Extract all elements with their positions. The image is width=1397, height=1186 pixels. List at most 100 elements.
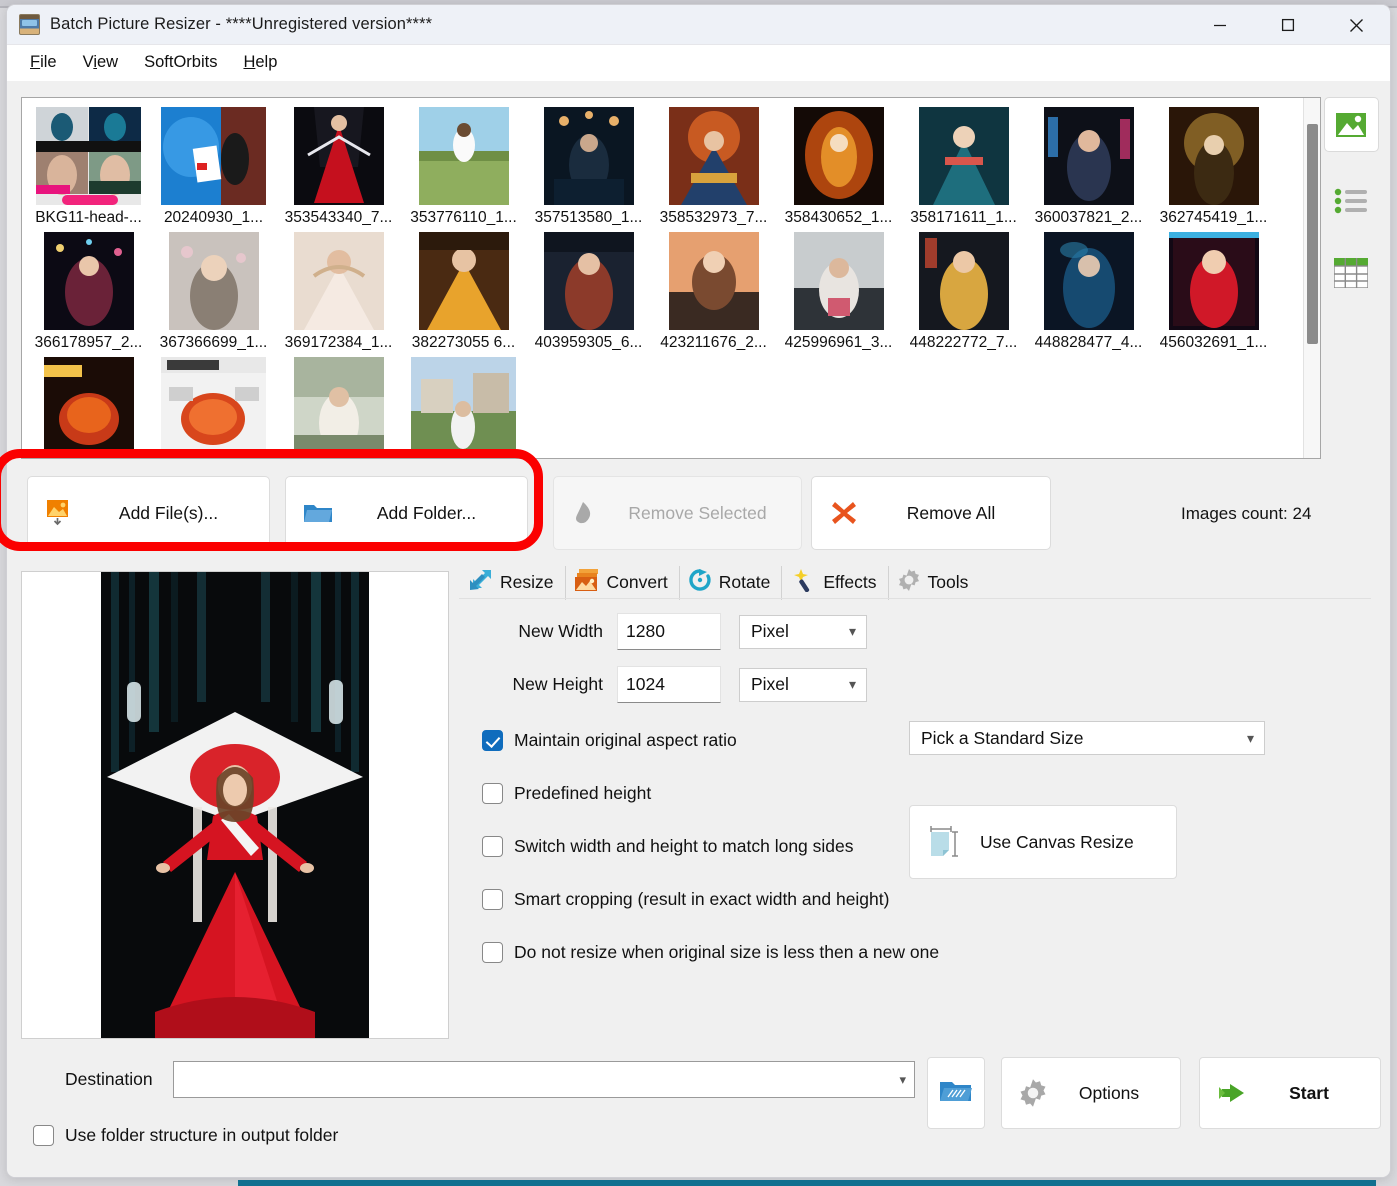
- checkbox-maintain-aspect-ratio[interactable]: Maintain original aspect ratio: [482, 730, 737, 751]
- thumbnail-image[interactable]: [161, 357, 266, 455]
- checkbox-box[interactable]: [482, 836, 503, 857]
- start-label: Start: [1264, 1083, 1380, 1104]
- thumbnail-label: 425996961_3...: [785, 334, 893, 352]
- menu-help[interactable]: Help: [230, 49, 290, 76]
- thumbnail-image[interactable]: [44, 357, 134, 455]
- menu-file[interactable]: File: [17, 49, 70, 76]
- checkbox-use-folder-structure[interactable]: Use folder structure in output folder: [33, 1125, 338, 1146]
- thumbnail-image[interactable]: [411, 357, 516, 455]
- app-window: Batch Picture Resizer - ****Unregistered…: [6, 4, 1391, 1178]
- thumbnail-image[interactable]: [294, 357, 384, 455]
- thumbnail-image[interactable]: [294, 232, 384, 330]
- standard-size-select[interactable]: Pick a Standard Size ▾: [909, 721, 1265, 755]
- close-icon[interactable]: [1322, 5, 1390, 45]
- details-view-icon[interactable]: [1324, 250, 1379, 296]
- canvas-resize-icon: [910, 824, 980, 860]
- thumbnail-item[interactable]: 425996961_3...: [776, 232, 901, 352]
- thumbnail-item[interactable]: 367366699_1...: [151, 232, 276, 352]
- menu-softorbits[interactable]: SoftOrbits: [131, 49, 230, 76]
- checkbox-smart-cropping[interactable]: Smart cropping (result in exact width an…: [482, 889, 889, 910]
- thumbnail-item[interactable]: 403959305_6...: [526, 232, 651, 352]
- checkbox-label: Do not resize when original size is less…: [514, 942, 939, 963]
- thumbnail-item[interactable]: 353543340_7...: [276, 107, 401, 227]
- add-folder-button[interactable]: Add Folder...: [285, 476, 528, 550]
- checkbox-box[interactable]: [482, 889, 503, 910]
- thumbnail-image[interactable]: [169, 232, 259, 330]
- thumbnail-item[interactable]: 366178957_2...: [26, 232, 151, 352]
- tab-resize[interactable]: Resize: [459, 566, 566, 600]
- thumbnail-scrollbar[interactable]: [1303, 98, 1320, 458]
- thumbnail-item[interactable]: [401, 357, 526, 459]
- thumbnail-item[interactable]: [151, 357, 276, 459]
- thumbnail-item[interactable]: 358171611_1...: [901, 107, 1026, 227]
- scrollbar-thumb[interactable]: [1307, 124, 1318, 344]
- tab-convert-label: Convert: [607, 572, 668, 593]
- destination-select[interactable]: ▾: [173, 1061, 915, 1098]
- thumbnail-image[interactable]: [794, 107, 884, 205]
- menu-bar: File View SoftOrbits Help: [7, 45, 1390, 81]
- thumbnail-image[interactable]: [36, 107, 141, 205]
- thumbnail-image[interactable]: [544, 107, 634, 205]
- menu-view[interactable]: View: [70, 49, 131, 76]
- thumbnail-item[interactable]: 423211676_2...: [651, 232, 776, 352]
- start-button[interactable]: Start: [1199, 1057, 1381, 1129]
- add-files-button[interactable]: Add File(s)...: [27, 476, 270, 550]
- thumbnail-image[interactable]: [294, 107, 384, 205]
- new-width-unit-select[interactable]: Pixel ▾: [739, 615, 867, 649]
- tab-rotate[interactable]: Rotate: [680, 566, 783, 600]
- thumbnail-image[interactable]: [419, 107, 509, 205]
- checkbox-box[interactable]: [482, 783, 503, 804]
- thumbnail-image[interactable]: [44, 232, 134, 330]
- thumbnail-item[interactable]: 369172384_1...: [276, 232, 401, 352]
- checkbox-box[interactable]: [33, 1125, 54, 1146]
- thumbnail-image[interactable]: [919, 232, 1009, 330]
- minimize-icon[interactable]: [1186, 5, 1254, 45]
- thumbnail-view-icon[interactable]: [1324, 97, 1379, 152]
- thumbnail-item[interactable]: 448222772_7...: [901, 232, 1026, 352]
- thumbnail-item[interactable]: 360037821_2...: [1026, 107, 1151, 227]
- thumbnail-item[interactable]: 456032691_1...: [1151, 232, 1276, 352]
- image-list-panel[interactable]: BKG11-head-...: [21, 97, 1321, 459]
- thumbnail-item[interactable]: 353776110_1...: [401, 107, 526, 227]
- checkbox-do-not-resize-smaller[interactable]: Do not resize when original size is less…: [482, 942, 939, 963]
- thumbnail-image[interactable]: [1044, 232, 1134, 330]
- magic-wand-icon: [790, 568, 816, 597]
- thumbnail-item[interactable]: 358532973_7...: [651, 107, 776, 227]
- thumbnail-item[interactable]: 358430652_1...: [776, 107, 901, 227]
- tab-effects[interactable]: Effects: [782, 566, 888, 600]
- thumbnail-image[interactable]: [669, 107, 759, 205]
- tab-tools[interactable]: Tools: [889, 566, 980, 600]
- thumbnail-item[interactable]: 382273055 6...: [401, 232, 526, 352]
- maximize-icon[interactable]: [1254, 5, 1322, 45]
- thumbnail-item[interactable]: BKG11-head-...: [26, 107, 151, 227]
- thumbnail-item[interactable]: [276, 357, 401, 459]
- thumbnail-item[interactable]: 448828477_4...: [1026, 232, 1151, 352]
- thumbnail-image[interactable]: [1044, 107, 1134, 205]
- checkbox-predefined-height[interactable]: Predefined height: [482, 783, 651, 804]
- list-view-icon[interactable]: [1324, 178, 1379, 224]
- thumbnail-item[interactable]: 20240930_1...: [151, 107, 276, 227]
- options-button[interactable]: Options: [1001, 1057, 1181, 1129]
- new-height-unit-select[interactable]: Pixel ▾: [739, 668, 867, 702]
- thumbnail-image[interactable]: [544, 232, 634, 330]
- thumbnail-item[interactable]: 362745419_1...: [1151, 107, 1276, 227]
- thumbnail-item[interactable]: 357513580_1...: [526, 107, 651, 227]
- new-height-input[interactable]: 1024: [617, 666, 721, 703]
- checkbox-switch-width-height[interactable]: Switch width and height to match long si…: [482, 836, 854, 857]
- use-canvas-resize-button[interactable]: Use Canvas Resize: [909, 805, 1177, 879]
- thumbnail-item[interactable]: [26, 357, 151, 459]
- thumbnail-image[interactable]: [1169, 107, 1259, 205]
- checkbox-box[interactable]: [482, 730, 503, 751]
- thumbnail-image[interactable]: [1169, 232, 1259, 330]
- thumbnail-image[interactable]: [419, 232, 509, 330]
- thumbnail-image[interactable]: [919, 107, 1009, 205]
- thumbnail-image[interactable]: [669, 232, 759, 330]
- thumbnail-image[interactable]: [794, 232, 884, 330]
- selected-image-preview[interactable]: [21, 571, 449, 1039]
- remove-all-button[interactable]: Remove All: [811, 476, 1051, 550]
- browse-destination-button[interactable]: [927, 1057, 985, 1129]
- tab-convert[interactable]: Convert: [566, 566, 680, 600]
- new-width-input[interactable]: 1280: [617, 613, 721, 650]
- thumbnail-image[interactable]: [161, 107, 266, 205]
- checkbox-box[interactable]: [482, 942, 503, 963]
